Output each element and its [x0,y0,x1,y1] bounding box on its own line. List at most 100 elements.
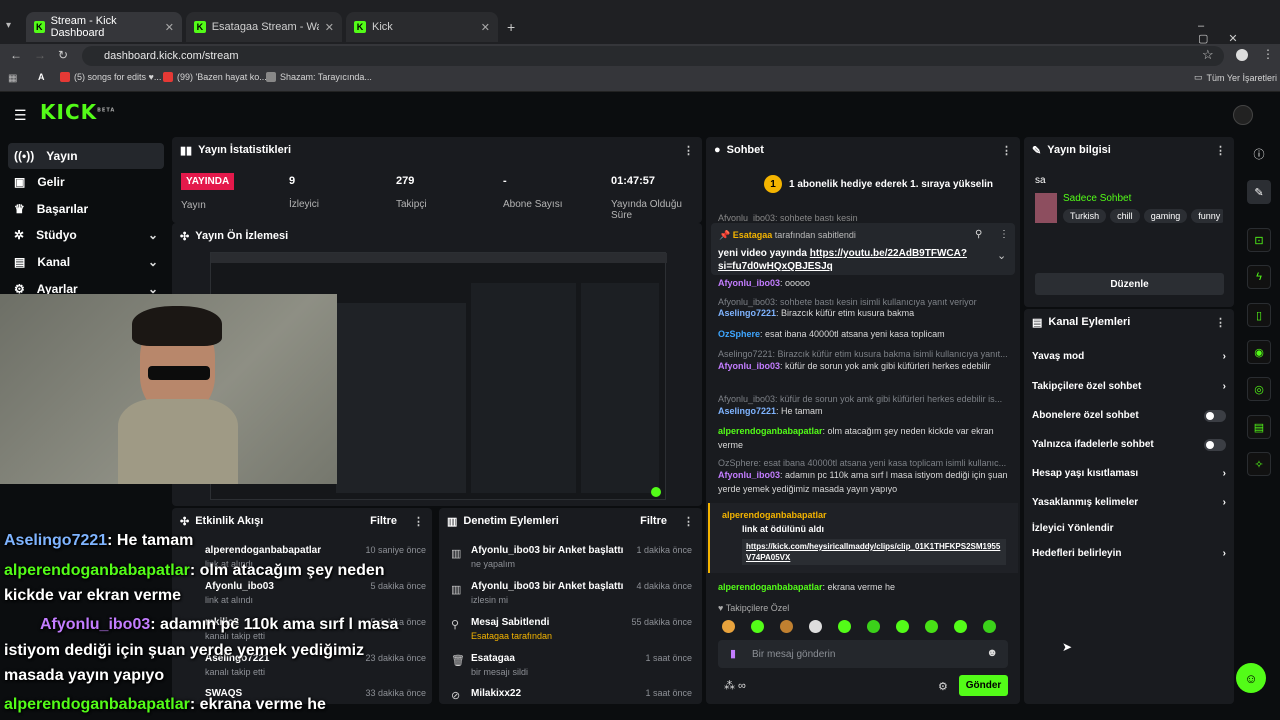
action-host[interactable]: İzleyici Yönlendir [1024,517,1234,539]
list-icon: ▤ [1032,316,1043,329]
bookmark-shazam[interactable]: Shazam: Tarayıcında... [266,72,372,82]
action-emotes-only[interactable]: Yalnızca ifadelerle sohbet [1024,430,1234,459]
emote-icon[interactable] [867,620,880,633]
wrench-icon[interactable]: ✧ [1247,452,1271,476]
ban-icon: ⊘ [451,690,461,702]
bookmark-a[interactable]: A [38,72,45,82]
stat-live: YAYINDA Yayın [181,173,235,211]
emote-icon[interactable] [751,620,764,633]
chat-settings-icon[interactable]: ⚙ [938,680,948,693]
tab-kick-dashboard[interactable]: K Stream - Kick Dashboard ✕ [26,12,182,42]
toggle-switch[interactable] [1204,438,1226,451]
action-slow-mode[interactable]: Yavaş mod › [1024,341,1234,371]
more-options-icon[interactable]: ⋮ [1001,144,1012,157]
clip-link[interactable]: https://kick.com/heysiricallmaddy/clips/… [742,539,1006,565]
window-controls[interactable]: –▢✕ [1198,20,1280,45]
youtube-icon [163,72,173,82]
back-icon[interactable]: ← [10,48,22,62]
tab-kick[interactable]: K Kick ✕ [346,12,498,42]
more-options-icon[interactable]: ⋮ [1215,316,1226,329]
chat-input[interactable]: ▮ Bir mesaj gönderin ☻ [718,640,1008,668]
filter-button[interactable]: Filtre [370,515,397,527]
emote-icon[interactable] [722,620,735,633]
emote-icon[interactable] [809,620,822,633]
more-options-icon[interactable]: ⋮ [999,229,1009,240]
emoji-icon[interactable]: ☻ [986,647,998,659]
all-bookmarks[interactable]: ▭ Tüm Yer İşaretleri [1194,72,1277,83]
live-badge: YAYINDA [181,173,235,190]
address-bar[interactable]: dashboard.kick.com/stream [82,46,1224,66]
stream-title: sa [1035,175,1046,186]
info-icon[interactable]: ⓘ [1247,142,1271,166]
kick-logo[interactable]: KICKBETA [40,100,115,124]
edit-button[interactable]: Düzenle [1035,273,1224,295]
target-icon[interactable]: ⊡ [1247,228,1271,252]
channel-icon: ▤ [14,255,26,269]
apps-grid-icon[interactable]: ▦ [8,73,17,84]
chat-bubble-icon[interactable]: ◉ [1247,340,1271,364]
category-name[interactable]: Sadece Sohbet [1063,193,1131,204]
emote-bar[interactable] [722,620,1012,634]
more-options-icon[interactable]: ⋮ [1215,144,1226,157]
sidebar-item-gelir[interactable]: ▣ Gelir [8,169,164,195]
emote-icon[interactable] [780,620,793,633]
action-subscribers-only[interactable]: Abonelere özel sohbet [1024,401,1234,430]
sidebar-item-yayin[interactable]: ((•)) Yayın [8,143,164,169]
more-options-icon[interactable]: ⋮ [413,515,424,528]
wallet-icon: ▣ [14,175,26,189]
camera-icon: ✣ [180,230,190,243]
pinned-message: 📌 Esatagaa tarafından sabitlendi ⚲ ⋮ yen… [711,223,1015,275]
emote-icon[interactable] [954,620,967,633]
toggle-switch[interactable] [1204,409,1226,422]
overlay-chat-line: istiyom dediği için şuan yerde yemek yed… [4,642,365,659]
support-chat-icon[interactable]: ☺ [1236,663,1266,693]
sidebar-item-kanal[interactable]: ▤ Kanal ⌄ [8,249,164,275]
bookmark-songs[interactable]: (5) songs for edits ♥... [60,72,161,82]
bookmark-star-icon[interactable]: ☆ [1202,47,1214,63]
document-icon[interactable]: ▯ [1247,303,1271,327]
tab-search-icon[interactable]: ▾ [6,20,11,31]
reload-icon[interactable]: ↻ [58,48,68,62]
profile-avatar[interactable] [1236,49,1248,61]
chat-cut-line: Afyonlu_ibo03: sohbete bastı kesin [718,213,858,221]
hamburger-menu-icon[interactable]: ☰ [14,107,27,124]
more-options-icon[interactable]: ⋮ [683,144,694,157]
emote-icon[interactable] [925,620,938,633]
forward-icon[interactable]: → [34,48,46,62]
new-tab-icon[interactable]: + [507,19,515,35]
unpin-icon[interactable]: ⚲ [975,229,982,240]
more-options-icon[interactable]: ⋮ [683,515,694,528]
action-followers-only[interactable]: Takipçilere özel sohbet › [1024,371,1234,401]
broadcast-icon[interactable]: ◎ [1247,377,1271,401]
close-tab-icon[interactable]: ✕ [165,21,174,34]
action-banned-words[interactable]: Yasaklanmış kelimeler › [1024,488,1234,517]
emote-icon[interactable] [896,620,909,633]
pencil-icon: ✎ [1032,144,1042,157]
filter-button[interactable]: Filtre [640,515,667,527]
sidebar-item-basarilar[interactable]: ♛ Başarılar [8,196,164,222]
layout-icon[interactable]: ▤ [1247,415,1271,439]
pencil-icon[interactable]: ✎ [1247,180,1271,204]
chat-icon: ● [714,144,721,156]
shazam-icon [266,72,276,82]
bookmark-bazen-hayat[interactable]: (99) 'Bazen hayat ko... [163,72,267,82]
browser-menu-icon[interactable]: ⋮ [1262,47,1274,61]
user-avatar[interactable] [1233,105,1253,125]
emote-icon[interactable] [838,620,851,633]
close-tab-icon[interactable]: ✕ [481,21,490,34]
clip-reward-card: alperendoganbabapatlar link at ödülünü a… [708,503,1018,573]
panel-header: ● Sohbet ⋮ [714,144,1012,157]
sidebar-item-studyo[interactable]: ✲ Stüdyo ⌄ [8,222,164,248]
action-account-age[interactable]: Hesap yaşı kısıtlaması › [1024,459,1234,488]
action-goals[interactable]: Hedefleri belirleyin › [1024,539,1234,568]
followers-only-label: ♥ Takipçilere Özel [718,603,790,613]
chat-tools-icon[interactable]: ⁂ ∞ [724,679,746,692]
tag: Turkish [1063,209,1107,223]
tab-esatagaa-stream[interactable]: K Esatagaa Stream - Watch Live o ✕ [186,12,342,42]
send-button[interactable]: Gönder [959,675,1008,696]
moderation-icon: ▥ [447,515,458,528]
chevron-down-icon[interactable]: ⌄ [997,249,1006,262]
emote-icon[interactable] [983,620,996,633]
bolt-icon[interactable]: ϟ [1247,265,1271,289]
close-tab-icon[interactable]: ✕ [325,21,334,34]
